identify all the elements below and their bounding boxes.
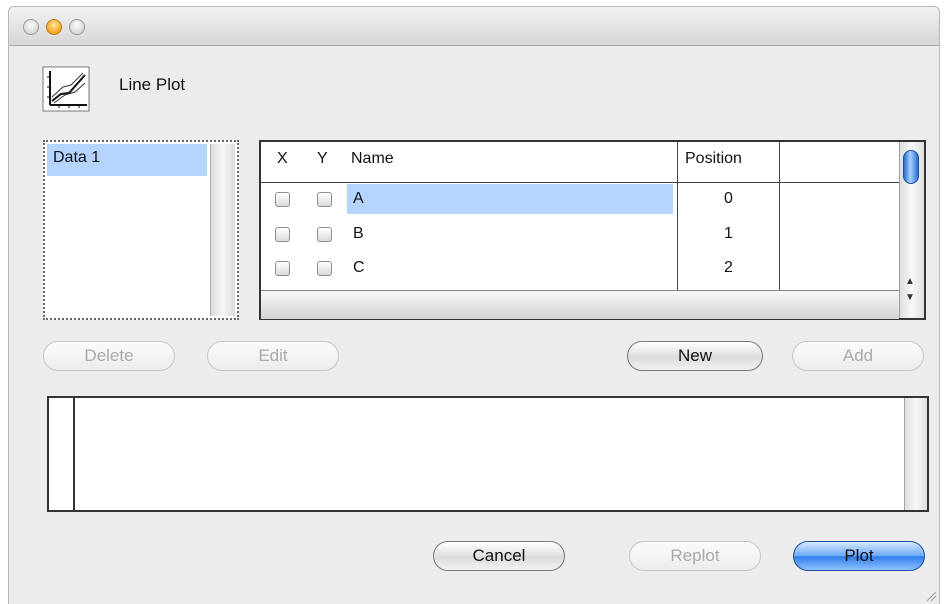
- plot-button[interactable]: Plot: [793, 541, 925, 571]
- page-title: Line Plot: [119, 75, 186, 94]
- row-position-b[interactable]: 1: [724, 225, 733, 243]
- cancel-button[interactable]: Cancel: [433, 541, 565, 571]
- scroll-down-arrow-icon[interactable]: ▼: [905, 292, 915, 303]
- replot-button[interactable]: Replot: [629, 541, 761, 571]
- title-bar[interactable]: [9, 7, 939, 46]
- column-header-y[interactable]: Y: [317, 150, 328, 168]
- row-name-c[interactable]: C: [353, 259, 365, 277]
- column-divider: [677, 142, 678, 290]
- x-checkbox-c[interactable]: [275, 261, 290, 276]
- scroll-up-arrow-icon[interactable]: ▲: [905, 276, 915, 287]
- column-header-x[interactable]: X: [277, 150, 288, 168]
- new-button[interactable]: New: [627, 341, 763, 371]
- line-plot-icon: [42, 66, 90, 112]
- data-list-item[interactable]: Data 1: [47, 144, 207, 176]
- header-divider: [261, 182, 899, 183]
- details-panel[interactable]: [47, 396, 929, 512]
- add-button[interactable]: Add: [792, 341, 924, 371]
- column-divider: [779, 142, 780, 290]
- resize-grip-icon[interactable]: [925, 590, 937, 602]
- row-name-a[interactable]: A: [353, 190, 364, 208]
- data-list[interactable]: Data 1: [43, 140, 239, 320]
- scrollbar-thumb[interactable]: [903, 150, 919, 184]
- y-checkbox-a[interactable]: [317, 192, 332, 207]
- y-checkbox-b[interactable]: [317, 227, 332, 242]
- details-panel-scrollbar[interactable]: [904, 398, 927, 510]
- selected-row-highlight: [347, 184, 673, 214]
- x-checkbox-b[interactable]: [275, 227, 290, 242]
- table-horizontal-scrollbar[interactable]: [261, 290, 899, 319]
- minimize-window-button[interactable]: [46, 19, 62, 35]
- y-checkbox-c[interactable]: [317, 261, 332, 276]
- zoom-window-button[interactable]: [69, 19, 85, 35]
- variables-table: X Y Name Position A 0 B 1 C 2 ▲ ▼: [259, 140, 926, 320]
- x-checkbox-a[interactable]: [275, 192, 290, 207]
- row-position-a[interactable]: 0: [724, 190, 733, 208]
- details-panel-gutter: [49, 398, 75, 510]
- table-vertical-scrollbar[interactable]: ▲ ▼: [899, 142, 924, 318]
- line-plot-window: Line Plot Data 1 X Y Name Position A 0 B…: [8, 6, 940, 604]
- column-header-name[interactable]: Name: [351, 150, 394, 168]
- column-header-position[interactable]: Position: [685, 150, 742, 168]
- row-position-c[interactable]: 2: [724, 259, 733, 277]
- delete-button[interactable]: Delete: [43, 341, 175, 371]
- close-window-button[interactable]: [23, 19, 39, 35]
- edit-button[interactable]: Edit: [207, 341, 339, 371]
- data-list-scrollbar[interactable]: [210, 144, 235, 316]
- row-name-b[interactable]: B: [353, 225, 364, 243]
